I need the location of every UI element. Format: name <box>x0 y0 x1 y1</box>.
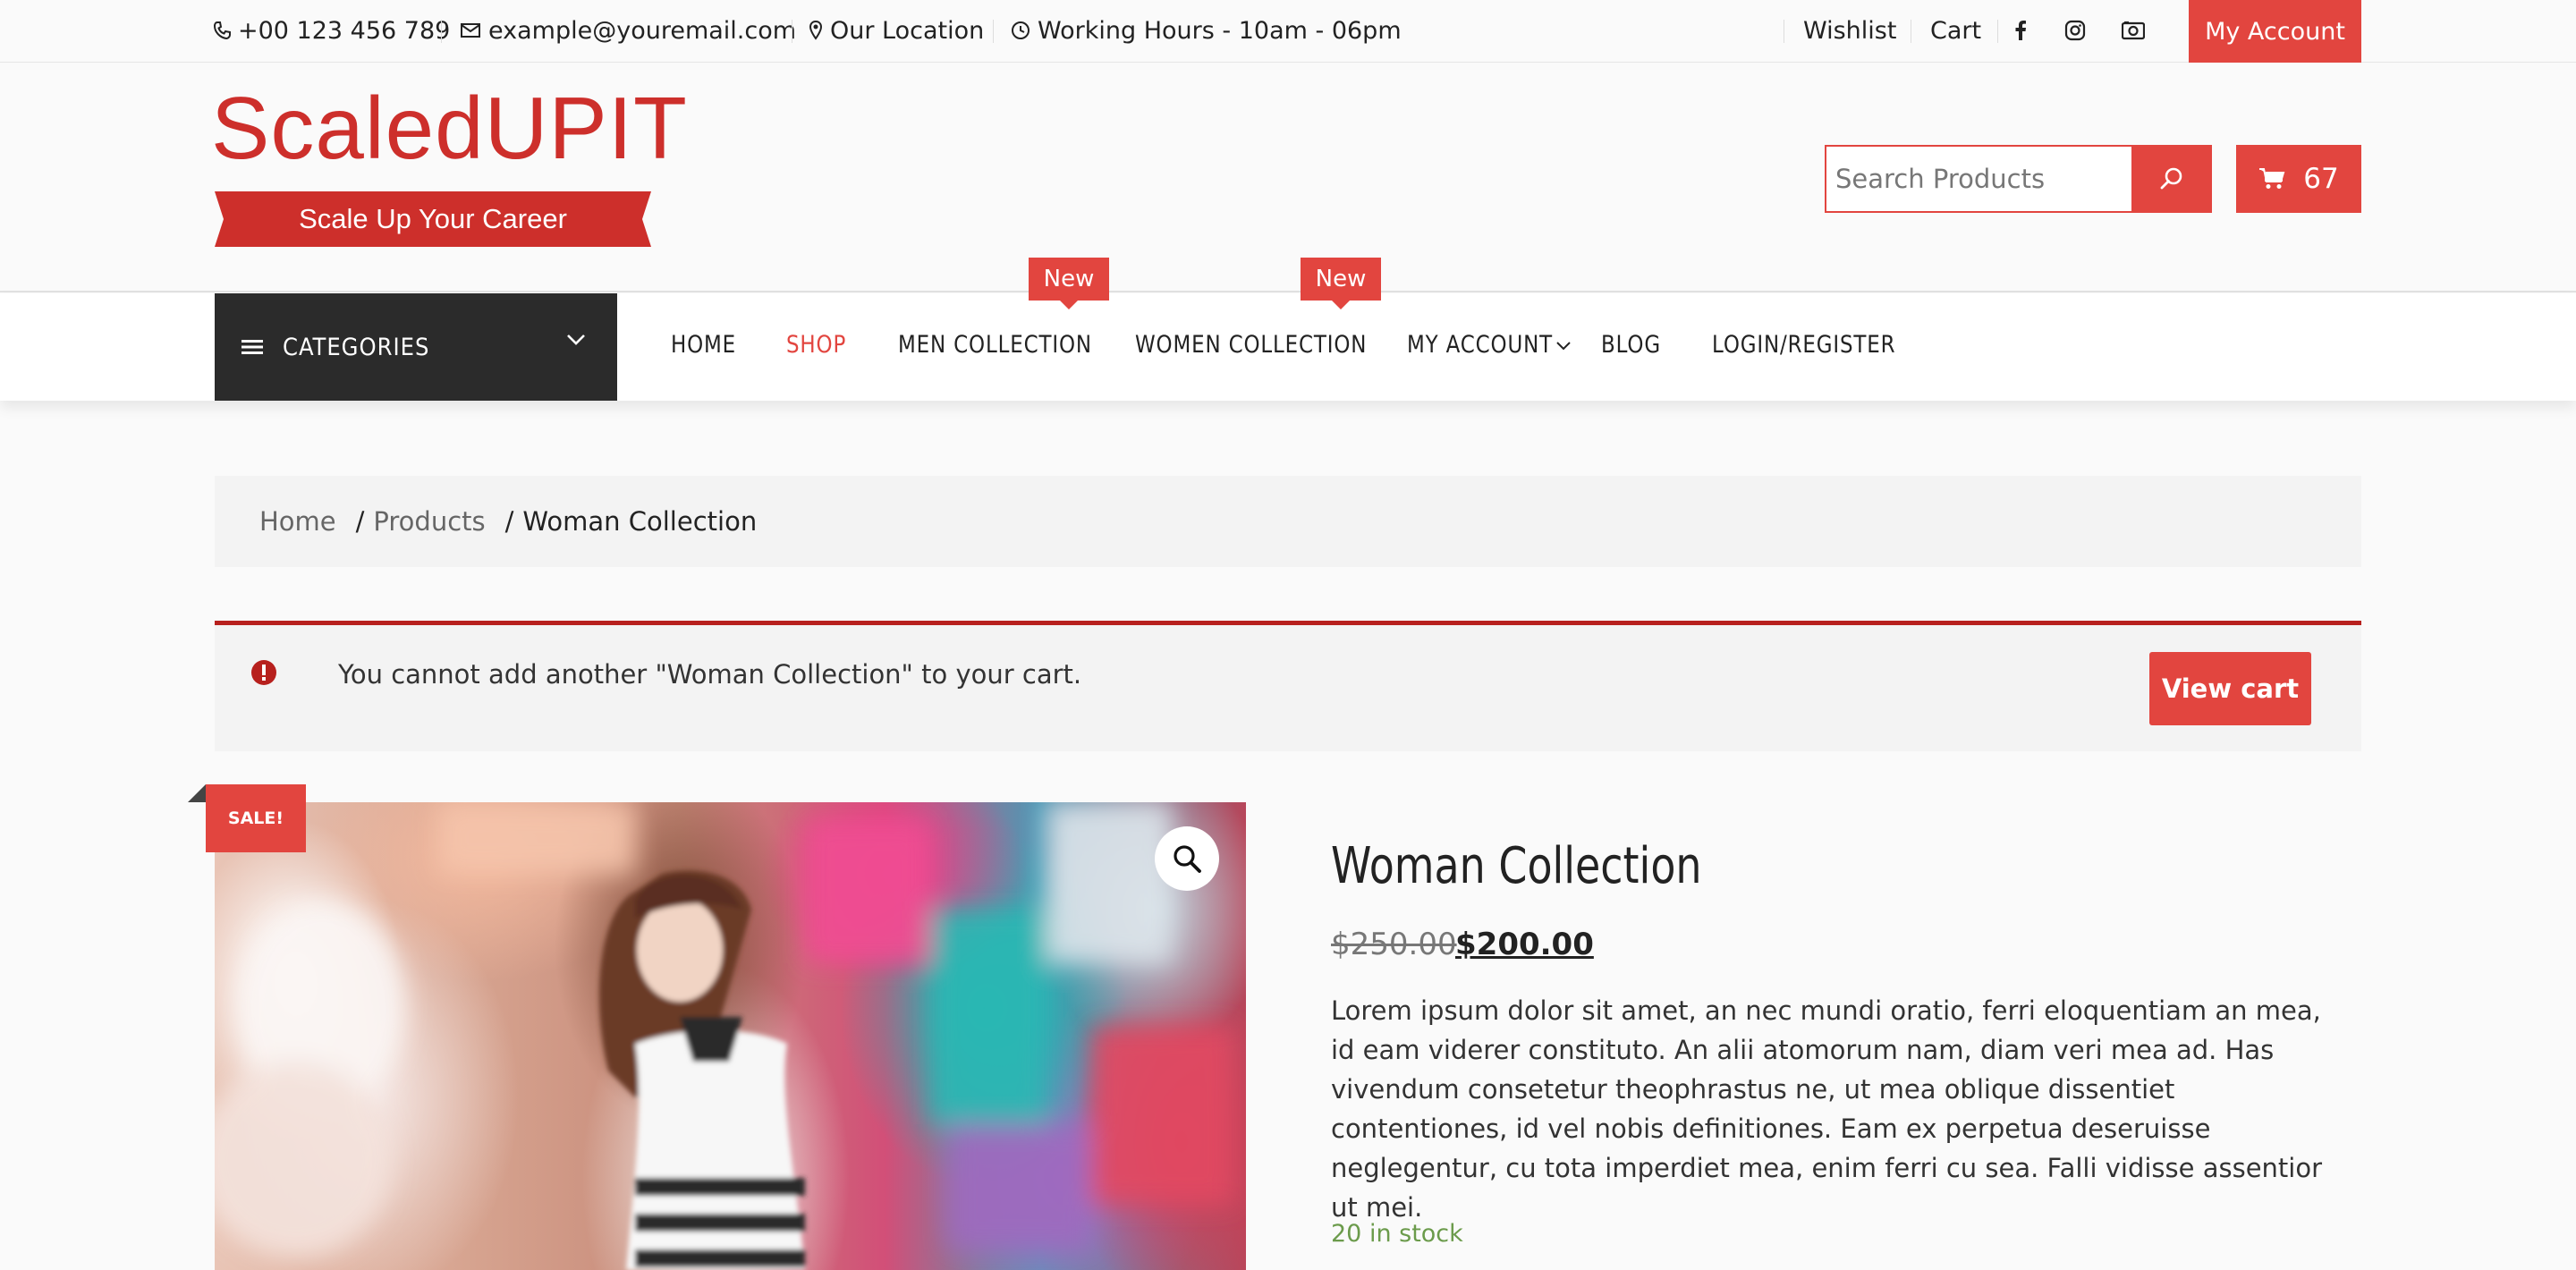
logo-tagline: Scale Up Your Career <box>299 203 567 234</box>
product-description: Lorem ipsum dolor sit amet, an nec mundi… <box>1331 995 2323 1223</box>
nav-my-account[interactable]: MY ACCOUNT <box>1407 331 1553 359</box>
hamburger-menu-icon <box>242 340 263 354</box>
divider <box>993 20 994 43</box>
envelope-icon <box>461 23 480 38</box>
facebook-link[interactable] <box>2014 14 2034 47</box>
breadcrumb-products[interactable]: Products <box>373 506 485 537</box>
product-image[interactable] <box>215 802 1246 1270</box>
product-title: Woman Collection <box>1331 837 1702 895</box>
chevron-down-icon <box>1556 342 1571 351</box>
phone-icon <box>213 21 231 40</box>
phone-contact[interactable]: +00 123 456 789 <box>213 14 450 47</box>
breadcrumb-home[interactable]: Home <box>259 506 336 537</box>
hours-text: Working Hours - 10am - 06pm <box>1038 16 1402 45</box>
top-bar: +00 123 456 789 example@youremail.com Ou… <box>0 0 2576 63</box>
divider <box>441 20 442 43</box>
zoom-button[interactable] <box>1155 826 1219 891</box>
clock-icon <box>1012 21 1030 39</box>
phone-text: +00 123 456 789 <box>238 16 451 45</box>
shopping-cart-icon <box>2259 168 2285 189</box>
nav-blog[interactable]: BLOG <box>1601 331 1661 359</box>
breadcrumb-separator: / <box>504 506 514 537</box>
email-text: example@youremail.com <box>488 16 797 45</box>
chevron-down-icon <box>567 334 585 345</box>
email-contact[interactable]: example@youremail.com <box>460 14 796 47</box>
nav-men-collection[interactable]: MEN COLLECTION <box>898 331 1092 359</box>
search-icon <box>2160 167 2182 190</box>
working-hours: Working Hours - 10am - 06pm <box>1011 14 1402 47</box>
sale-badge: SALE! <box>206 784 306 852</box>
breadcrumb-separator: / <box>355 506 365 537</box>
new-badge: New <box>1301 258 1381 309</box>
instagram-link[interactable] <box>2064 14 2093 47</box>
divider <box>1997 20 1998 43</box>
magnifier-icon <box>1174 845 1201 873</box>
breadcrumb-current: Woman Collection <box>522 506 758 537</box>
nav-shop[interactable]: SHOP <box>786 331 846 359</box>
logo-text[interactable]: ScaledUPIT <box>211 84 688 172</box>
search-button[interactable] <box>2131 145 2212 213</box>
nav-login-register[interactable]: LOGIN/REGISTER <box>1712 331 1895 359</box>
cart-count: 67 <box>2303 163 2339 195</box>
categories-label: CATEGORIES <box>283 333 430 361</box>
nav-women-collection[interactable]: WOMEN COLLECTION <box>1135 331 1367 359</box>
wishlist-link[interactable]: Wishlist <box>1803 14 1896 47</box>
location-contact[interactable]: Our Location <box>809 14 984 47</box>
header-cart-button[interactable]: 67 <box>2236 145 2361 213</box>
breadcrumb: Home / Products / Woman Collection <box>215 476 2361 567</box>
map-marker-icon <box>809 20 823 40</box>
instagram-icon <box>2064 20 2086 41</box>
my-account-button[interactable]: My Account <box>2189 0 2361 63</box>
stock-status: 20 in stock <box>1331 1220 1463 1248</box>
sale-badge-corner <box>188 784 206 802</box>
exclamation-circle-icon <box>251 660 276 685</box>
sale-price: $200.00 <box>1455 927 1594 962</box>
cart-link[interactable]: Cart <box>1930 14 1981 47</box>
product-photo-illustration <box>215 802 1234 1270</box>
categories-dropdown[interactable]: CATEGORIES <box>215 293 617 401</box>
nav-home[interactable]: HOME <box>671 331 736 359</box>
new-badge: New <box>1029 258 1109 309</box>
original-price: $250.00 <box>1331 927 1457 962</box>
search-input[interactable] <box>1825 145 2133 213</box>
notice-message: You cannot add another "Woman Collection… <box>338 659 1082 690</box>
camera-link[interactable] <box>2122 14 2152 47</box>
camera-icon <box>2122 21 2145 40</box>
facebook-icon <box>2015 21 2026 40</box>
main-navigation: CATEGORIES HOME SHOP MEN COLLECTION WOME… <box>0 293 2576 401</box>
error-notice: You cannot add another "Woman Collection… <box>215 621 2361 751</box>
location-text: Our Location <box>830 16 985 45</box>
view-cart-button[interactable]: View cart <box>2149 652 2311 725</box>
